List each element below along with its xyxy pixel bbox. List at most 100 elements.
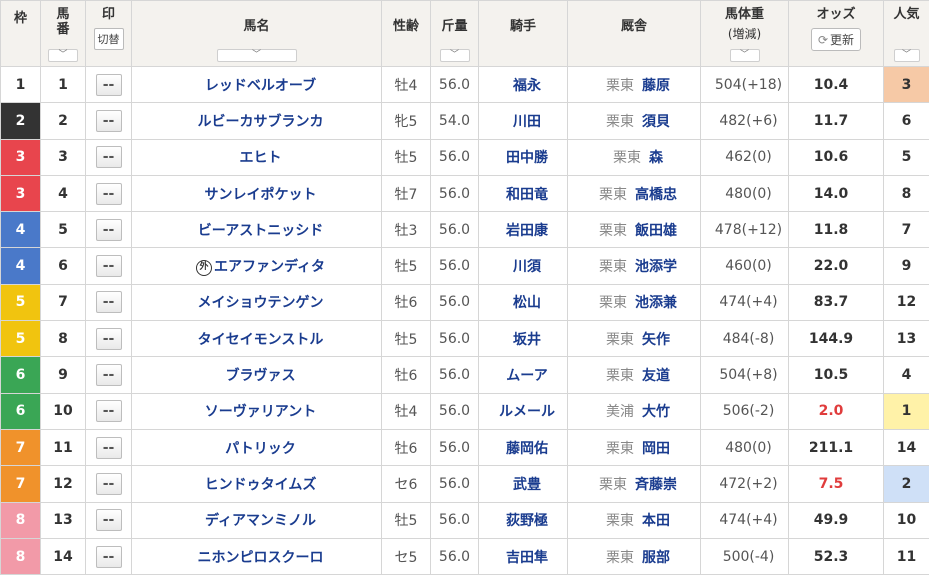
jockey-link[interactable]: 坂井	[513, 332, 541, 348]
horse-name-link[interactable]: ブラヴァス	[226, 368, 296, 384]
trainer-link[interactable]: 岡田	[642, 441, 670, 457]
refresh-label: 更新	[830, 33, 855, 47]
stable-cell: 栗東 矢作	[567, 320, 701, 358]
jockey-link[interactable]: 吉田隼	[506, 550, 548, 566]
horse-name-link[interactable]: ニホンピロスクーロ	[198, 550, 324, 566]
popularity-sort-button[interactable]: ﹀	[893, 49, 920, 62]
horse-name-link[interactable]: レッドベルオーブ	[205, 78, 316, 94]
umaban-cell: 7	[40, 283, 86, 322]
horse-name-cell: タイセイモンストル	[131, 320, 382, 358]
col-mark-header: 印 切替	[85, 0, 132, 67]
horse-name-cell: パトリック	[131, 428, 382, 467]
mark-select-button[interactable]: --	[95, 545, 122, 568]
jockey-link[interactable]: 田中勝	[506, 150, 548, 166]
weight-sort-button[interactable]: ﹀	[439, 49, 470, 62]
trainer-link[interactable]: 須貝	[642, 114, 670, 130]
trainer-link[interactable]: 池添兼	[635, 295, 677, 311]
mark-select-button[interactable]: --	[95, 255, 122, 278]
mark-header-label: 印	[101, 7, 115, 22]
horse-name-link[interactable]: エアファンディタ	[214, 259, 325, 275]
jockey-link[interactable]: ルメール	[499, 404, 555, 420]
stable-cell: 栗東 斉藤崇	[567, 465, 701, 503]
jockey-link[interactable]: 川須	[513, 259, 541, 275]
umaban-cell: 6	[40, 247, 86, 285]
jockey-header-label: 騎手	[509, 19, 536, 34]
horse-name-link[interactable]: エヒト	[240, 150, 282, 166]
jockey-link[interactable]: 福永	[513, 78, 541, 94]
mark-select-button[interactable]: --	[95, 472, 122, 495]
weight-cell: 56.0	[430, 247, 479, 285]
mark-select-button[interactable]: --	[95, 182, 122, 205]
col-popularity-header[interactable]: 人気 ﹀	[883, 0, 929, 67]
odds-cell: 83.7	[788, 283, 884, 322]
horse-name-link[interactable]: サンレイポケット	[205, 187, 317, 203]
odds-refresh-button[interactable]: ⟳ 更新	[810, 28, 862, 51]
jockey-link[interactable]: 松山	[513, 295, 541, 311]
mark-select-button[interactable]: --	[95, 509, 122, 532]
umaban-sort-button[interactable]: ﹀	[48, 49, 78, 62]
jockey-link[interactable]: 藤岡佑	[506, 441, 548, 457]
mark-cell: --	[85, 247, 132, 285]
trainer-link[interactable]: 斉藤崇	[635, 477, 677, 493]
mark-select-button[interactable]: --	[95, 146, 122, 169]
mark-cell: --	[85, 174, 132, 213]
mark-select-button[interactable]: --	[95, 218, 122, 241]
body-weight-cell: 478(+12)	[700, 211, 789, 249]
mark-select-button[interactable]: --	[95, 109, 122, 132]
mark-select-button[interactable]: --	[95, 400, 122, 423]
waku-cell: 5	[0, 283, 41, 322]
jockey-link[interactable]: 川田	[513, 114, 541, 130]
header-row: 枠 馬 番 ﹀ 印 切替 馬名 ﹀ 性齢 斤量 ﹀ 騎手 厩舎 馬体重 (増減)…	[0, 0, 929, 67]
trainer-link[interactable]: 本田	[642, 513, 670, 529]
sexage-cell: セ5	[381, 537, 431, 576]
horse-name-link[interactable]: タイセイモンストル	[198, 332, 324, 348]
trainer-link[interactable]: 飯田雄	[635, 223, 677, 239]
mark-select-button[interactable]: --	[95, 436, 122, 459]
trainer-link[interactable]: 服部	[642, 550, 670, 566]
mark-toggle-button[interactable]: 切替	[93, 28, 124, 50]
horse-sort-button[interactable]: ﹀	[216, 49, 297, 62]
trainer-link[interactable]: 森	[649, 150, 663, 166]
jockey-link[interactable]: 武豊	[513, 477, 541, 493]
bodyweight-sort-button[interactable]: ﹀	[729, 49, 760, 62]
horse-name-link[interactable]: ヒンドゥタイムズ	[205, 477, 317, 493]
horse-header-label: 馬名	[243, 19, 270, 34]
weight-cell: 56.0	[430, 537, 479, 576]
odds-cell: 14.0	[788, 174, 884, 213]
mark-select-button[interactable]: --	[95, 291, 122, 314]
horse-name-link[interactable]: ディアマンミノル	[205, 513, 316, 529]
race-table: 枠 馬 番 ﹀ 印 切替 馬名 ﹀ 性齢 斤量 ﹀ 騎手 厩舎 馬体重 (増減)…	[0, 0, 929, 576]
weight-cell: 56.0	[430, 392, 479, 430]
waku-cell: 1	[0, 65, 41, 104]
mark-cell: --	[85, 65, 132, 104]
jockey-link[interactable]: 岩田康	[506, 223, 548, 239]
col-umaban-header[interactable]: 馬 番 ﹀	[40, 0, 86, 67]
trainer-link[interactable]: 矢作	[642, 332, 670, 348]
jockey-link[interactable]: ムーア	[506, 368, 547, 384]
jockey-cell: 松山	[478, 283, 568, 322]
jockey-cell: 和田竜	[478, 174, 568, 213]
trainer-link[interactable]: 友道	[642, 368, 670, 384]
umaban-header-label-2: 番	[56, 22, 70, 37]
horse-name-link[interactable]: パトリック	[225, 441, 295, 457]
trainer-link[interactable]: 高橋忠	[635, 187, 677, 203]
horse-name-link[interactable]: ソーヴァリアント	[205, 404, 316, 420]
popularity-cell: 11	[883, 537, 929, 576]
sexage-cell: セ6	[381, 465, 431, 503]
jockey-link[interactable]: 荻野極	[506, 513, 548, 529]
odds-header-label: オッズ	[816, 7, 856, 22]
horse-name-link[interactable]: ビーアストニッシド	[198, 223, 323, 239]
jockey-cell: 田中勝	[478, 138, 568, 176]
trainer-link[interactable]: 池添学	[635, 259, 677, 275]
trainer-link[interactable]: 大竹	[642, 404, 670, 420]
trainer-link[interactable]: 藤原	[642, 78, 670, 94]
horse-name-link[interactable]: ルビーカサブランカ	[198, 114, 324, 130]
mark-select-button[interactable]: --	[95, 364, 122, 387]
mark-select-button[interactable]: --	[95, 327, 122, 350]
col-weight-header[interactable]: 斤量 ﹀	[430, 0, 479, 67]
col-bodyweight-header[interactable]: 馬体重 (増減) ﹀	[700, 0, 789, 67]
mark-select-button[interactable]: --	[95, 73, 122, 96]
jockey-link[interactable]: 和田竜	[506, 187, 548, 203]
horse-name-link[interactable]: メイショウテンゲン	[198, 295, 324, 311]
col-horse-header[interactable]: 馬名 ﹀	[131, 0, 382, 67]
